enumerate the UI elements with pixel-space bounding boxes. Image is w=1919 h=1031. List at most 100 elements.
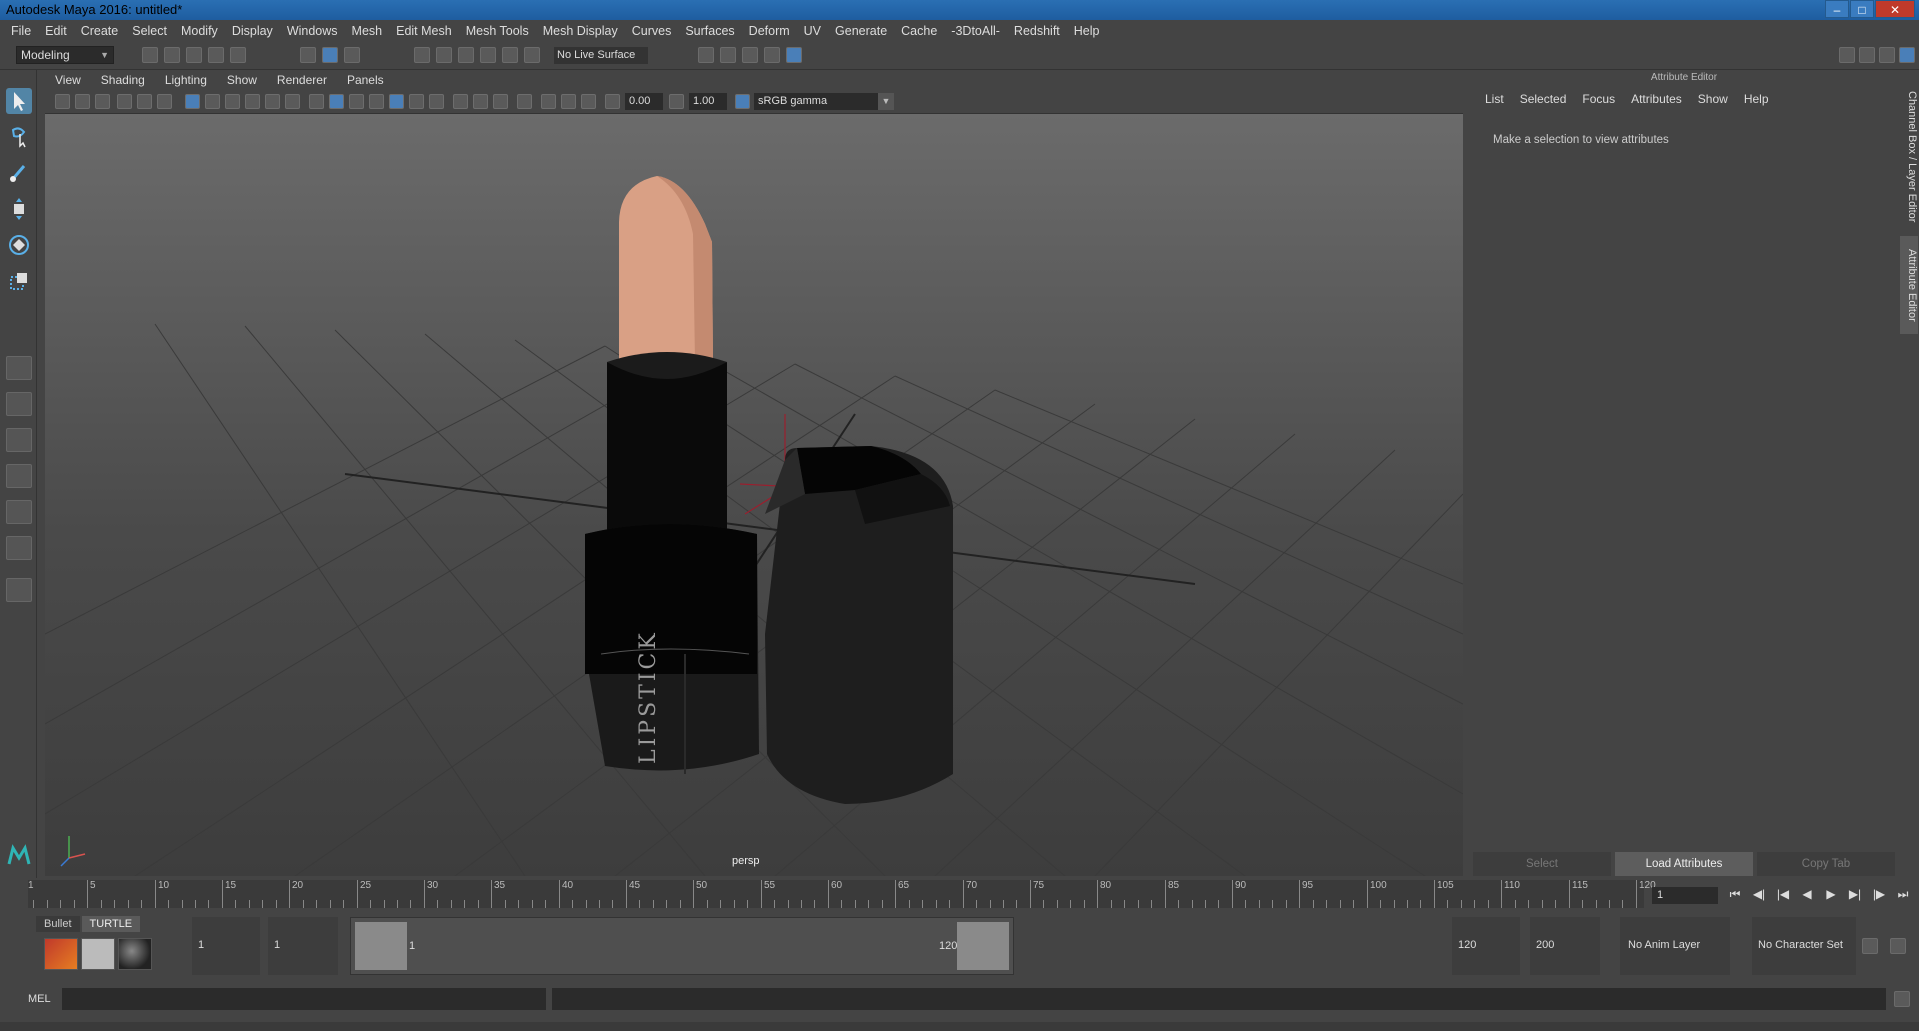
ae-menu-help[interactable]: Help [1736, 92, 1777, 106]
ae-select-button[interactable]: Select [1473, 852, 1611, 876]
go-to-end-icon[interactable]: ⏭ [1894, 886, 1912, 903]
menu-select[interactable]: Select [125, 24, 174, 38]
hypershade-layout-icon[interactable] [6, 536, 32, 560]
render-current-icon[interactable] [720, 47, 736, 63]
ae-menu-list[interactable]: List [1477, 92, 1512, 106]
time-slider[interactable]: 1 5 10 15 20 25 30 35 40 45 50 55 60 65 70 75 80 85 90 95 1… [0, 878, 1919, 912]
menu-edit-mesh[interactable]: Edit Mesh [389, 24, 459, 38]
minimize-button[interactable]: – [1825, 0, 1849, 18]
ipr-render-icon[interactable] [742, 47, 758, 63]
isolate-select-icon[interactable] [517, 94, 532, 109]
persp-graph-layout-icon[interactable] [6, 464, 32, 488]
rocket-render-icon[interactable] [44, 938, 78, 970]
step-back-frame-icon[interactable]: |◀ [1774, 886, 1792, 903]
motion-blur-icon[interactable] [453, 94, 468, 109]
select-component-icon[interactable] [344, 47, 360, 63]
character-set-dropdown[interactable]: No Character Set [1752, 917, 1856, 975]
rotate-tool-icon[interactable] [6, 232, 32, 258]
menu-modify[interactable]: Modify [174, 24, 225, 38]
menu-3dtoall[interactable]: -3DtoAll- [944, 24, 1007, 38]
save-scene-icon[interactable] [186, 47, 202, 63]
ae-load-attributes-button[interactable]: Load Attributes [1615, 852, 1753, 876]
shadows-icon[interactable] [409, 94, 424, 109]
menu-curves[interactable]: Curves [625, 24, 679, 38]
safe-action-icon[interactable] [285, 94, 300, 109]
menu-create[interactable]: Create [74, 24, 126, 38]
playback-start-field[interactable]: 1 [268, 917, 338, 975]
step-forward-key-icon[interactable]: |▶ [1870, 886, 1888, 903]
field-chart-icon[interactable] [265, 94, 280, 109]
menu-edit[interactable]: Edit [38, 24, 74, 38]
viewport-menu-view[interactable]: View [45, 73, 91, 87]
viewport-menu-shading[interactable]: Shading [91, 73, 155, 87]
use-all-lights-icon[interactable] [389, 94, 404, 109]
sphere-material-icon[interactable] [118, 938, 152, 970]
range-slider-end-handle[interactable] [957, 922, 1009, 970]
wireframe-icon[interactable] [309, 94, 324, 109]
smooth-shade-icon[interactable] [329, 94, 344, 109]
gamma-icon[interactable] [669, 94, 684, 109]
ae-menu-attributes[interactable]: Attributes [1623, 92, 1690, 106]
menu-mesh-display[interactable]: Mesh Display [536, 24, 625, 38]
playback-end-field[interactable]: 120 [1452, 917, 1520, 975]
play-forward-icon[interactable]: ▶ [1822, 886, 1840, 903]
film-gate-icon[interactable] [205, 94, 220, 109]
step-back-key-icon[interactable]: ◀| [1750, 886, 1768, 903]
resolution-gate-icon[interactable] [225, 94, 240, 109]
anim-layer-dropdown[interactable]: No Anim Layer [1620, 917, 1730, 975]
new-scene-icon[interactable] [142, 47, 158, 63]
exposure-field[interactable]: 0.00 [625, 93, 663, 110]
ae-menu-show[interactable]: Show [1690, 92, 1736, 106]
scene-end-field[interactable]: 200 [1530, 917, 1600, 975]
step-forward-frame-icon[interactable]: ▶| [1846, 886, 1864, 903]
textured-icon[interactable] [369, 94, 384, 109]
viewport-menu-panels[interactable]: Panels [337, 73, 394, 87]
ae-copy-tab-button[interactable]: Copy Tab [1757, 852, 1895, 876]
viewport-menu-renderer[interactable]: Renderer [267, 73, 337, 87]
color-management-icon[interactable] [735, 94, 750, 109]
menu-cache[interactable]: Cache [894, 24, 944, 38]
channel-box-icon[interactable] [1899, 47, 1915, 63]
menu-file[interactable]: File [4, 24, 38, 38]
menu-mesh[interactable]: Mesh [345, 24, 390, 38]
depth-of-field-icon[interactable] [493, 94, 508, 109]
tab-channel-box[interactable]: Channel Box / Layer Editor [1900, 82, 1918, 232]
bake-texture-icon[interactable] [81, 938, 115, 970]
viewport-menu-lighting[interactable]: Lighting [155, 73, 217, 87]
side-by-side-layout-icon[interactable] [6, 428, 32, 452]
screen-space-ao-icon[interactable] [429, 94, 444, 109]
snap-view-icon[interactable] [480, 47, 496, 63]
wireframe-on-shaded-icon[interactable] [349, 94, 364, 109]
range-slider[interactable]: 1 120 [350, 917, 1014, 975]
multisample-aa-icon[interactable] [473, 94, 488, 109]
select-object-icon[interactable] [322, 47, 338, 63]
gamma-field[interactable]: 1.00 [689, 93, 727, 110]
scene-start-field[interactable]: 1 [192, 917, 260, 975]
bookmark-icon[interactable] [95, 94, 110, 109]
select-tool-icon[interactable] [6, 88, 32, 114]
single-view-layout-icon[interactable] [6, 356, 32, 380]
auto-key-icon[interactable] [1862, 938, 1878, 954]
close-button[interactable]: ✕ [1875, 0, 1915, 18]
ae-menu-selected[interactable]: Selected [1512, 92, 1575, 106]
menu-mesh-tools[interactable]: Mesh Tools [459, 24, 536, 38]
modeling-toolkit-icon[interactable] [1839, 47, 1855, 63]
camera-attributes-icon[interactable] [75, 94, 90, 109]
four-view-layout-icon[interactable] [6, 392, 32, 416]
render-view-icon[interactable] [698, 47, 714, 63]
time-slider-track[interactable]: 1 5 10 15 20 25 30 35 40 45 50 55 60 65 70 75 80 85 90 95 1… [28, 880, 1656, 908]
range-slider-start-handle[interactable] [355, 922, 407, 970]
move-tool-icon[interactable] [6, 196, 32, 222]
go-to-start-icon[interactable]: ⏮ [1726, 886, 1744, 903]
render-settings-icon[interactable] [764, 47, 780, 63]
shelf-tab-bullet[interactable]: Bullet [36, 916, 80, 932]
menuset-dropdown[interactable]: Modeling ▼ [16, 46, 114, 64]
command-input[interactable] [62, 988, 546, 1010]
open-scene-icon[interactable] [164, 47, 180, 63]
color-space-dropdown[interactable]: sRGB gamma ▼ [754, 93, 894, 110]
image-plane-icon[interactable] [117, 94, 132, 109]
menu-surfaces[interactable]: Surfaces [678, 24, 741, 38]
tool-settings-icon[interactable] [1879, 47, 1895, 63]
snap-edge-icon[interactable] [524, 47, 540, 63]
command-language-label[interactable]: MEL [28, 993, 51, 1005]
